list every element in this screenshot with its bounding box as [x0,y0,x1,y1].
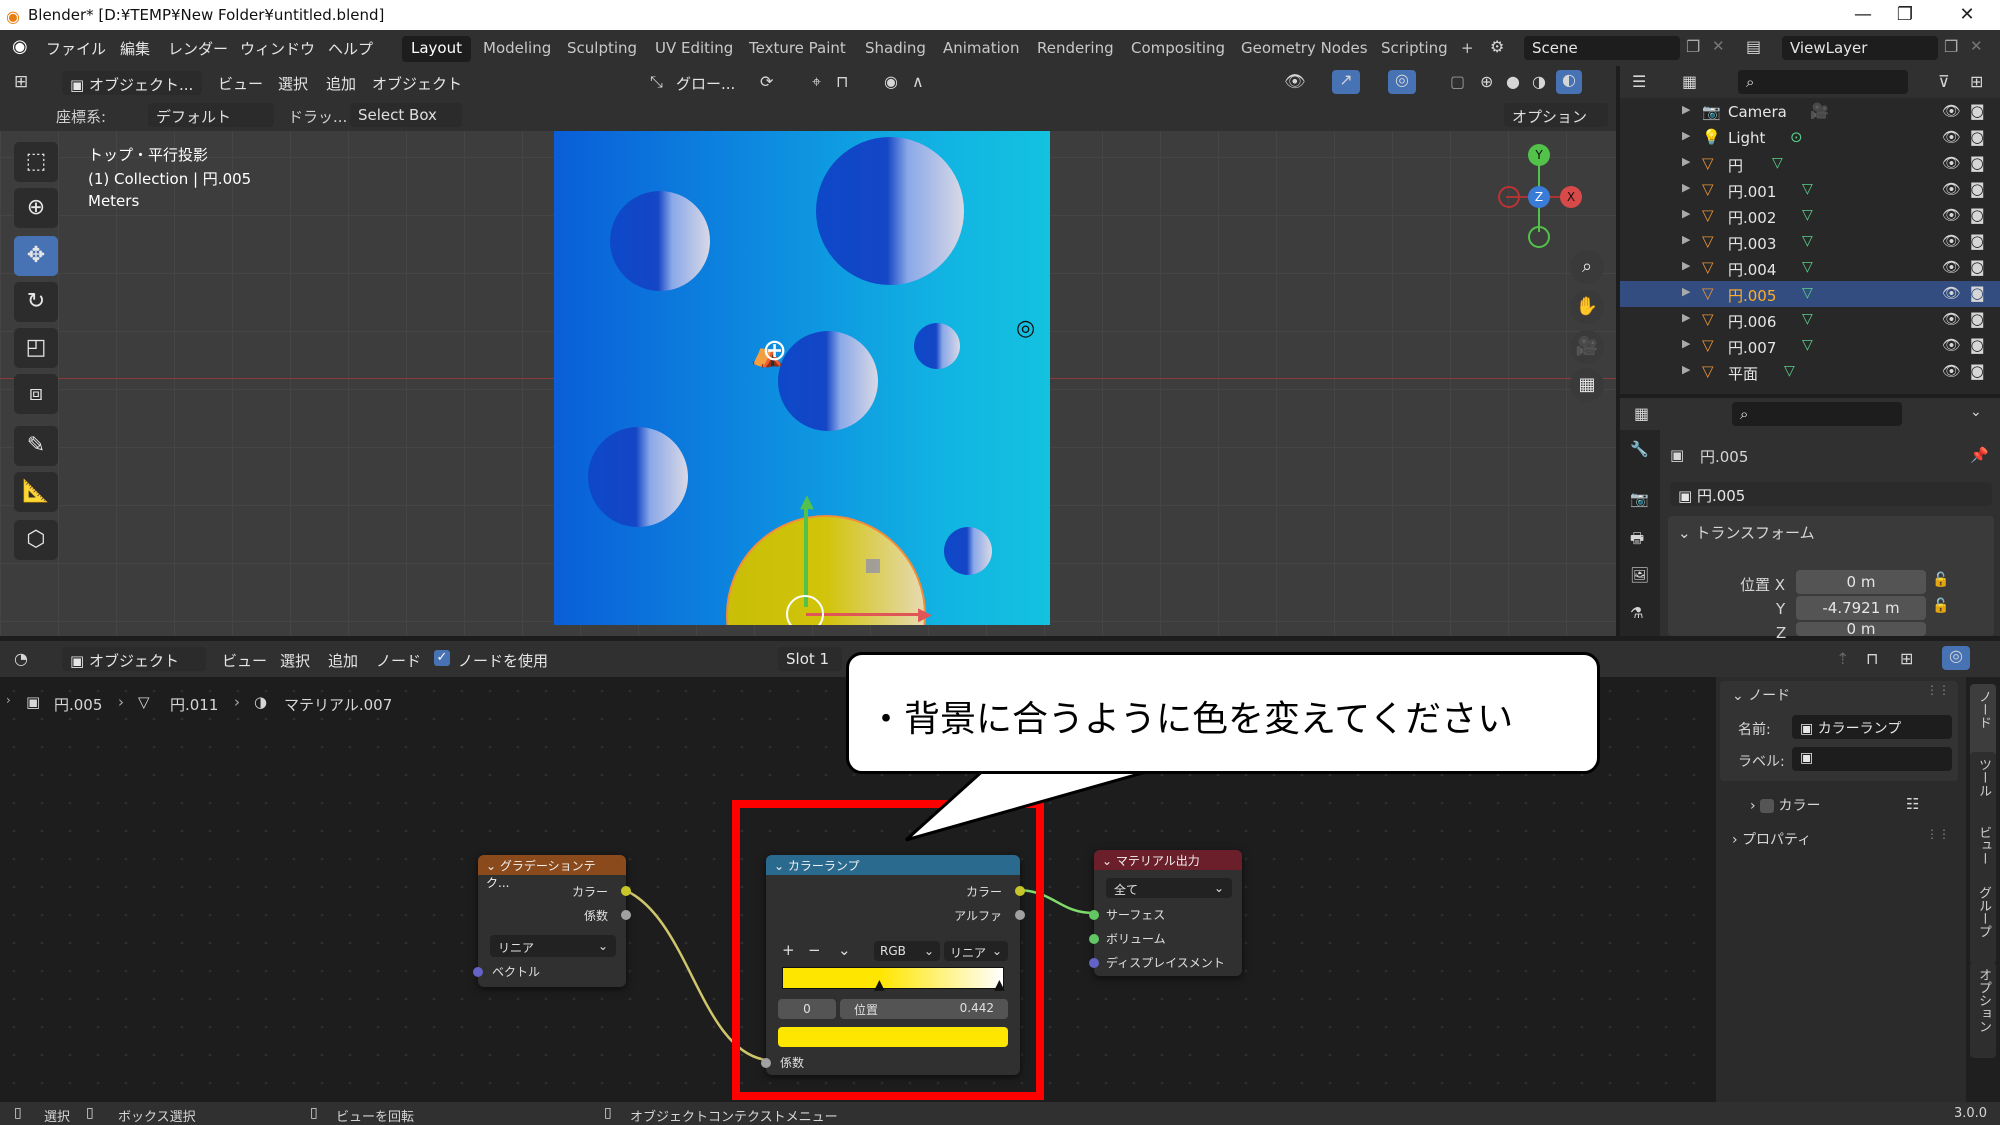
instruction-text: ・背景に合うように色を変えてください [868,699,1514,740]
callout-tail [904,760,1161,842]
